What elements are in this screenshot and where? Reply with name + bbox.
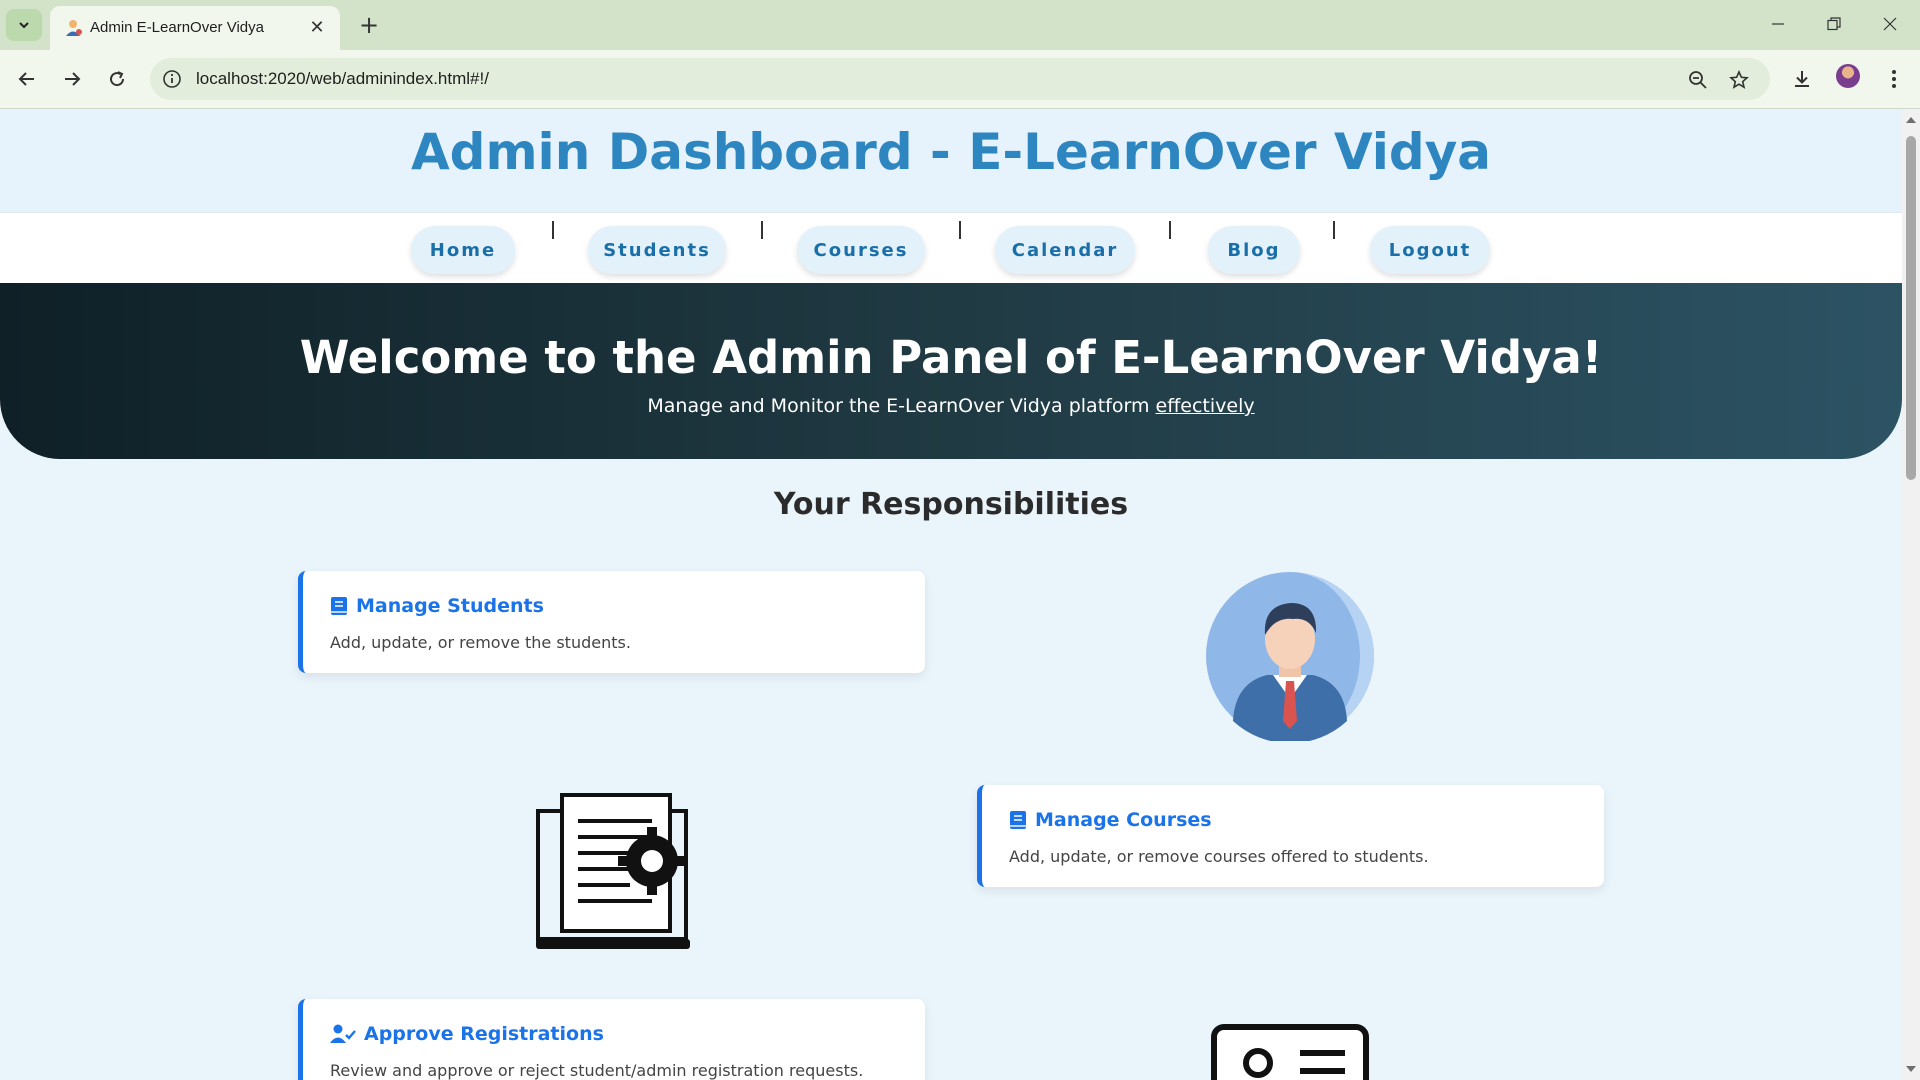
- page-title: Admin Dashboard - E-LearnOver Vidya: [410, 123, 1492, 181]
- site-info-icon[interactable]: [162, 69, 182, 89]
- browser-toolbar: localhost:2020/web/adminindex.html#!/: [0, 50, 1920, 109]
- nav-blog-link[interactable]: Blog: [1208, 226, 1300, 274]
- nav-students-link[interactable]: Students: [588, 226, 726, 274]
- admin-avatar-illustration: [1206, 572, 1374, 741]
- admin-favicon-icon: [66, 20, 82, 36]
- profile-avatar[interactable]: [1836, 64, 1860, 88]
- id-card-illustration: [1211, 1024, 1369, 1080]
- hero-subtitle: Manage and Monitor the E-LearnOver Vidya…: [0, 395, 1902, 417]
- nav-separator: [761, 221, 763, 239]
- download-icon: [1795, 71, 1809, 87]
- page-scrollbar[interactable]: [1902, 109, 1920, 1080]
- tab-search-button[interactable]: [6, 9, 42, 41]
- nav-separator: [1169, 221, 1171, 239]
- scrollbar-thumb[interactable]: [1906, 136, 1916, 480]
- arrow-right-icon: [65, 72, 81, 86]
- nav-separator: [1333, 221, 1335, 239]
- new-tab-button[interactable]: +: [354, 10, 384, 40]
- card-title-text: Approve Registrations: [364, 1023, 604, 1045]
- zoom-icon[interactable]: [1685, 67, 1711, 93]
- manage-students-card[interactable]: Manage Students Add, update, or remove t…: [298, 571, 925, 673]
- card-description: Add, update, or remove the students.: [330, 633, 631, 652]
- hero-title: Welcome to the Admin Panel of E-LearnOve…: [299, 331, 1603, 384]
- approve-registrations-card[interactable]: Approve Registrations Review and approve…: [298, 999, 925, 1080]
- browser-menu-button[interactable]: [1876, 61, 1912, 97]
- card-description: Review and approve or reject student/adm…: [330, 1061, 864, 1080]
- forward-button[interactable]: [54, 61, 90, 97]
- document-settings-illustration: [536, 793, 690, 949]
- nav-separator: [959, 221, 961, 239]
- reload-icon: [110, 71, 125, 87]
- restore-icon: [1827, 17, 1841, 31]
- hero-subtitle-link[interactable]: effectively: [1156, 395, 1255, 417]
- close-window-button[interactable]: [1862, 6, 1918, 42]
- card-description: Add, update, or remove courses offered t…: [1009, 847, 1429, 866]
- responsibilities-heading: Your Responsibilities: [773, 487, 1129, 522]
- card-title: Approve Registrations: [330, 1023, 604, 1045]
- book-icon: [331, 597, 347, 615]
- main-navigation: Home Students Courses Calendar Blog Logo…: [0, 212, 1902, 283]
- manage-courses-card[interactable]: Manage Courses Add, update, or remove co…: [977, 785, 1604, 887]
- site-header: Admin Dashboard - E-LearnOver Vidya: [0, 109, 1902, 212]
- nav-logout-link[interactable]: Logout: [1370, 226, 1490, 274]
- address-bar[interactable]: localhost:2020/web/adminindex.html#!/: [150, 58, 1770, 100]
- page-viewport: Admin Dashboard - E-LearnOver Vidya Home…: [0, 109, 1902, 1080]
- url-text[interactable]: localhost:2020/web/adminindex.html#!/: [196, 69, 489, 89]
- nav-courses-link[interactable]: Courses: [797, 226, 925, 274]
- more-vertical-icon: [1892, 70, 1896, 88]
- chevron-down-icon: [19, 22, 29, 29]
- close-icon: [1883, 17, 1897, 31]
- bookmark-star-icon[interactable]: [1726, 67, 1752, 93]
- nav-home-link[interactable]: Home: [411, 226, 515, 274]
- browser-tab-bar: Admin E-LearnOver Vidya ✕ +: [0, 0, 1920, 50]
- minimize-button[interactable]: [1750, 6, 1806, 42]
- nav-calendar-link[interactable]: Calendar: [995, 226, 1135, 274]
- arrow-left-icon: [18, 72, 34, 86]
- card-title: Manage Courses: [1009, 809, 1212, 831]
- welcome-hero: Welcome to the Admin Panel of E-LearnOve…: [0, 283, 1902, 459]
- user-check-icon: [330, 1024, 356, 1043]
- scroll-up-arrow-icon[interactable]: [1906, 117, 1916, 123]
- tab-close-icon[interactable]: ✕: [306, 16, 328, 38]
- minimize-icon: [1772, 23, 1784, 25]
- tab-title: Admin E-LearnOver Vidya: [90, 19, 264, 36]
- reload-button[interactable]: [99, 61, 135, 97]
- hero-subtitle-text: Manage and Monitor the E-LearnOver Vidya…: [647, 395, 1156, 417]
- restore-button[interactable]: [1806, 6, 1862, 42]
- card-title-text: Manage Students: [356, 595, 544, 617]
- browser-tab[interactable]: Admin E-LearnOver Vidya ✕: [50, 6, 340, 50]
- back-button[interactable]: [9, 61, 45, 97]
- card-title: Manage Students: [330, 595, 544, 617]
- nav-separator: [552, 221, 554, 239]
- scroll-down-arrow-icon[interactable]: [1906, 1066, 1916, 1072]
- card-title-text: Manage Courses: [1035, 809, 1212, 831]
- downloads-button[interactable]: [1784, 61, 1820, 97]
- book-icon: [1010, 811, 1026, 829]
